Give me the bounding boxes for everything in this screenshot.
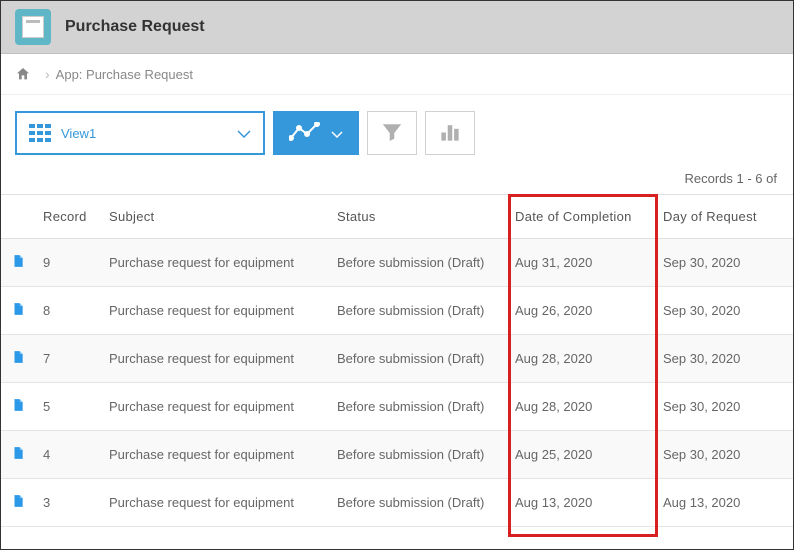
- cell-date-completion: Aug 28, 2020: [507, 335, 655, 383]
- cell-date-completion: Aug 25, 2020: [507, 431, 655, 479]
- table-row[interactable]: 4 Purchase request for equipment Before …: [1, 431, 793, 479]
- breadcrumb: › App: Purchase Request: [1, 54, 793, 95]
- bar-chart-icon: [440, 122, 460, 145]
- toolbar: View1: [1, 95, 793, 165]
- cell-record: 5: [35, 383, 101, 431]
- chevron-right-icon: ›: [45, 66, 50, 82]
- cell-status: Before submission (Draft): [329, 287, 507, 335]
- cell-day-request: Sep 30, 2020: [655, 239, 793, 287]
- document-icon[interactable]: [11, 401, 25, 416]
- table-row[interactable]: 3 Purchase request for equipment Before …: [1, 479, 793, 527]
- cell-record: 3: [35, 479, 101, 527]
- document-icon[interactable]: [11, 449, 25, 464]
- header-bar: Purchase Request: [1, 1, 793, 54]
- cell-date-completion: Aug 31, 2020: [507, 239, 655, 287]
- chevron-down-icon: [331, 126, 343, 141]
- cell-subject: Purchase request for equipment: [101, 335, 329, 383]
- cell-status: Before submission (Draft): [329, 239, 507, 287]
- records-count: Records 1 - 6 of: [1, 165, 793, 194]
- cell-date-completion: Aug 28, 2020: [507, 383, 655, 431]
- column-header-date-completion[interactable]: Date of Completion: [507, 195, 655, 239]
- grid-icon: [29, 124, 51, 142]
- graph-button[interactable]: [273, 111, 359, 155]
- table-row[interactable]: 7 Purchase request for equipment Before …: [1, 335, 793, 383]
- line-chart-icon: [289, 122, 321, 145]
- view-label: View1: [61, 126, 237, 141]
- cell-day-request: Sep 30, 2020: [655, 287, 793, 335]
- table-row[interactable]: 8 Purchase request for equipment Before …: [1, 287, 793, 335]
- records-table: Record Subject Status Date of Completion…: [1, 194, 793, 527]
- table-row[interactable]: 9 Purchase request for equipment Before …: [1, 239, 793, 287]
- table-row[interactable]: 5 Purchase request for equipment Before …: [1, 383, 793, 431]
- app-icon: [15, 9, 51, 45]
- cell-subject: Purchase request for equipment: [101, 479, 329, 527]
- page-title: Purchase Request: [65, 18, 205, 36]
- cell-record: 8: [35, 287, 101, 335]
- column-header-record[interactable]: Record: [35, 195, 101, 239]
- cell-status: Before submission (Draft): [329, 479, 507, 527]
- cell-date-completion: Aug 26, 2020: [507, 287, 655, 335]
- cell-day-request: Sep 30, 2020: [655, 383, 793, 431]
- chart-button[interactable]: [425, 111, 475, 155]
- column-header-icon: [1, 195, 35, 239]
- column-header-day-request[interactable]: Day of Request: [655, 195, 793, 239]
- cell-subject: Purchase request for equipment: [101, 239, 329, 287]
- funnel-icon: [381, 121, 403, 146]
- column-header-status[interactable]: Status: [329, 195, 507, 239]
- document-icon[interactable]: [11, 305, 25, 320]
- cell-day-request: Aug 13, 2020: [655, 479, 793, 527]
- cell-status: Before submission (Draft): [329, 383, 507, 431]
- document-icon[interactable]: [11, 257, 25, 272]
- cell-status: Before submission (Draft): [329, 335, 507, 383]
- cell-date-completion: Aug 13, 2020: [507, 479, 655, 527]
- cell-subject: Purchase request for equipment: [101, 431, 329, 479]
- document-icon[interactable]: [11, 353, 25, 368]
- cell-record: 4: [35, 431, 101, 479]
- filter-button[interactable]: [367, 111, 417, 155]
- view-selector[interactable]: View1: [15, 111, 265, 155]
- cell-record: 9: [35, 239, 101, 287]
- cell-day-request: Sep 30, 2020: [655, 431, 793, 479]
- cell-subject: Purchase request for equipment: [101, 383, 329, 431]
- cell-day-request: Sep 30, 2020: [655, 335, 793, 383]
- column-header-subject[interactable]: Subject: [101, 195, 329, 239]
- document-icon[interactable]: [11, 497, 25, 512]
- cell-record: 7: [35, 335, 101, 383]
- chevron-down-icon: [237, 126, 251, 141]
- home-icon[interactable]: [15, 66, 31, 82]
- cell-status: Before submission (Draft): [329, 431, 507, 479]
- breadcrumb-text[interactable]: App: Purchase Request: [56, 67, 193, 82]
- cell-subject: Purchase request for equipment: [101, 287, 329, 335]
